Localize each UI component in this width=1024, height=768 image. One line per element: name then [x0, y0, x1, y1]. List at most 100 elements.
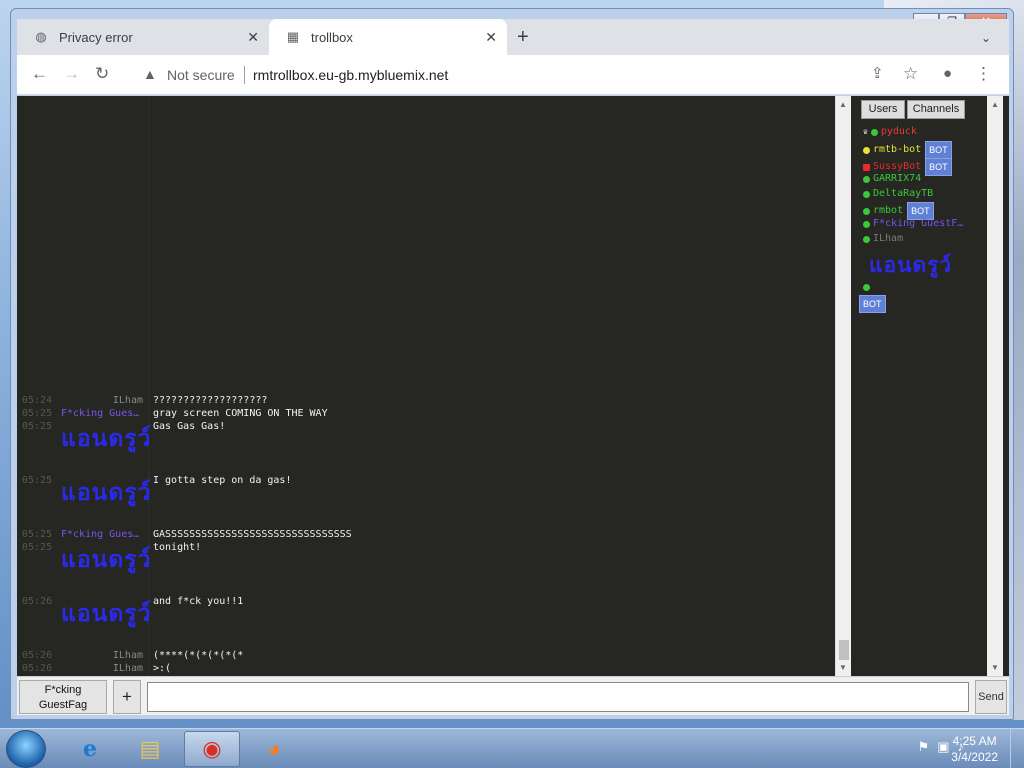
clock-date: 3/4/2022	[951, 750, 998, 764]
user-name[interactable]: DeltaRayTB	[873, 188, 933, 200]
user-name[interactable]: pyduck	[881, 126, 917, 138]
user-item[interactable]: แอนดรูว์	[869, 252, 952, 278]
chrome-icon[interactable]: ◉	[184, 731, 240, 767]
address-bar[interactable]: ▲ Not secure rmtrollbox.eu-gb.mybluemix.…	[133, 60, 909, 90]
message-text: Gas Gas Gas!	[153, 421, 226, 432]
file-explorer-icon[interactable]: ▤	[122, 731, 178, 767]
flag-icon[interactable]: ⚑	[918, 739, 930, 755]
bot-badge: BOT	[859, 295, 886, 313]
new-tab-icon[interactable]: +	[517, 27, 529, 47]
message-time: 05:25	[22, 542, 53, 553]
tab-title: trollbox	[311, 29, 353, 45]
divider	[148, 96, 149, 676]
send-button[interactable]: Send	[975, 680, 1007, 714]
message-text: I gotta step on da gas!	[153, 475, 292, 486]
status-dot-icon	[863, 175, 870, 183]
message-nick[interactable]: ILham	[61, 649, 143, 662]
message-text: (****(*(*(*(*(*	[153, 650, 244, 661]
tab-trollbox[interactable]: ▦ trollbox ✕	[269, 19, 507, 55]
message-time: 05:25	[22, 475, 53, 486]
message-time: 05:26	[22, 650, 53, 661]
scroll-up-icon[interactable]: ▲	[839, 100, 847, 109]
globe-icon: ◍	[35, 29, 47, 44]
user-item[interactable]	[863, 284, 873, 291]
show-desktop-button[interactable]	[1010, 729, 1024, 768]
message-nick[interactable]: แอนดรูว์	[61, 480, 152, 506]
user-item[interactable]: DeltaRayTB	[863, 188, 933, 200]
message-text: gray screen COMING ON THE WAY	[153, 408, 328, 419]
warning-icon[interactable]: ▲	[143, 66, 157, 82]
message-nick[interactable]: ILham	[61, 662, 143, 675]
back-icon[interactable]: ←	[31, 64, 48, 84]
user-item[interactable]: F*cking GuestF…	[863, 218, 963, 230]
message-text: and f*ck you!!1	[153, 596, 244, 607]
user-list-scrollbar[interactable]: ▲ ▼	[987, 96, 1003, 676]
status-dot-icon	[863, 146, 870, 154]
close-tab-icon[interactable]: ✕	[247, 29, 259, 46]
chat-log[interactable]: 05:24 ILham ??????????????????? 05:25 F*…	[17, 96, 835, 676]
clock[interactable]: 4:25 AM 3/4/2022	[951, 733, 998, 765]
user-name[interactable]: GARRIX74	[873, 173, 921, 185]
divider	[244, 66, 245, 84]
message-nick[interactable]: แอนดรูว์	[61, 601, 152, 627]
browser-chrome: ◍ Privacy error ✕ ▦ trollbox ✕ + ⌄ ← → ↻…	[17, 19, 1009, 715]
message-text: tonight!	[153, 542, 202, 553]
message-time: 05:26	[22, 663, 53, 674]
user-item[interactable]: BOT	[859, 295, 886, 313]
chevron-down-icon[interactable]: ⌄	[973, 27, 999, 49]
user-name[interactable]: rmbot	[873, 205, 903, 217]
menu-kebab-icon[interactable]: ⋮	[975, 64, 992, 84]
forward-icon[interactable]: →	[63, 64, 80, 84]
message-text: >:(	[153, 663, 172, 674]
trollbox-page: 05:24 ILham ??????????????????? 05:25 F*…	[17, 96, 1009, 715]
tab-users[interactable]: Users	[861, 100, 905, 119]
nickname-button[interactable]: F*cking GuestFag	[19, 680, 107, 714]
user-item[interactable]: ILham	[863, 233, 903, 245]
scroll-up-icon[interactable]: ▲	[991, 100, 999, 109]
tab-title: Privacy error	[59, 29, 133, 45]
status-dot-icon	[870, 128, 878, 136]
message-time: 05:24	[22, 395, 53, 406]
internet-explorer-icon[interactable]: e	[62, 731, 118, 767]
message-nick[interactable]: แอนดรูว์	[61, 547, 152, 573]
message-nick[interactable]: แอนดรูว์	[61, 426, 152, 452]
profile-avatar-icon[interactable]: ●	[943, 64, 952, 84]
bookmark-star-icon[interactable]: ☆	[903, 64, 918, 84]
close-tab-icon[interactable]: ✕	[485, 29, 497, 46]
url-text[interactable]: rmtrollbox.eu-gb.mybluemix.net	[253, 67, 448, 83]
reload-icon[interactable]: ↻	[95, 64, 109, 84]
bot-badge: BOT	[925, 141, 952, 159]
message-text: GASSSSSSSSSSSSSSSSSSSSSSSSSSSSSSS	[153, 529, 352, 540]
firefox-icon[interactable]: ◕	[246, 731, 302, 767]
scroll-down-icon[interactable]: ▼	[991, 663, 999, 672]
scrollbar-thumb[interactable]	[839, 640, 849, 660]
user-name[interactable]: SussyBot	[873, 161, 921, 173]
user-list-panel: Users Channels ♛ pyduck rmtb-bot BOT Sus…	[857, 96, 987, 676]
scroll-down-icon[interactable]: ▼	[839, 663, 847, 672]
user-name[interactable]: rmtb-bot	[873, 144, 921, 156]
network-icon[interactable]: ▣	[937, 739, 949, 755]
bot-badge: BOT	[925, 158, 952, 176]
add-button[interactable]: +	[113, 680, 141, 714]
user-name[interactable]: F*cking GuestF…	[873, 218, 963, 230]
tab-privacy-error[interactable]: ◍ Privacy error ✕	[17, 19, 269, 55]
status-dot-icon	[863, 220, 870, 228]
tab-channels[interactable]: Channels	[907, 100, 965, 119]
user-item[interactable]: ♛ pyduck	[863, 126, 917, 138]
status-dot-icon	[863, 190, 870, 198]
user-item[interactable]: GARRIX74	[863, 173, 921, 185]
user-name[interactable]: ILham	[873, 233, 903, 245]
tab-strip: ◍ Privacy error ✕ ▦ trollbox ✕ + ⌄	[17, 19, 1009, 55]
message-input[interactable]	[147, 682, 969, 712]
message-nick[interactable]: F*cking Gues…	[61, 528, 143, 541]
message-nick[interactable]: F*cking Gues…	[61, 407, 143, 420]
share-icon[interactable]: ⇪	[871, 64, 884, 84]
user-item[interactable]: rmtb-bot BOT	[863, 141, 952, 159]
start-button-icon[interactable]	[6, 730, 46, 768]
message-time: 05:25	[22, 529, 53, 540]
input-row: F*cking GuestFag + Send	[17, 676, 1009, 715]
user-name[interactable]: แอนดรูว์	[869, 252, 952, 278]
message-nick[interactable]: ILham	[61, 394, 143, 407]
security-label[interactable]: Not secure	[167, 67, 235, 83]
chat-scrollbar[interactable]: ▲ ▼	[835, 96, 851, 676]
